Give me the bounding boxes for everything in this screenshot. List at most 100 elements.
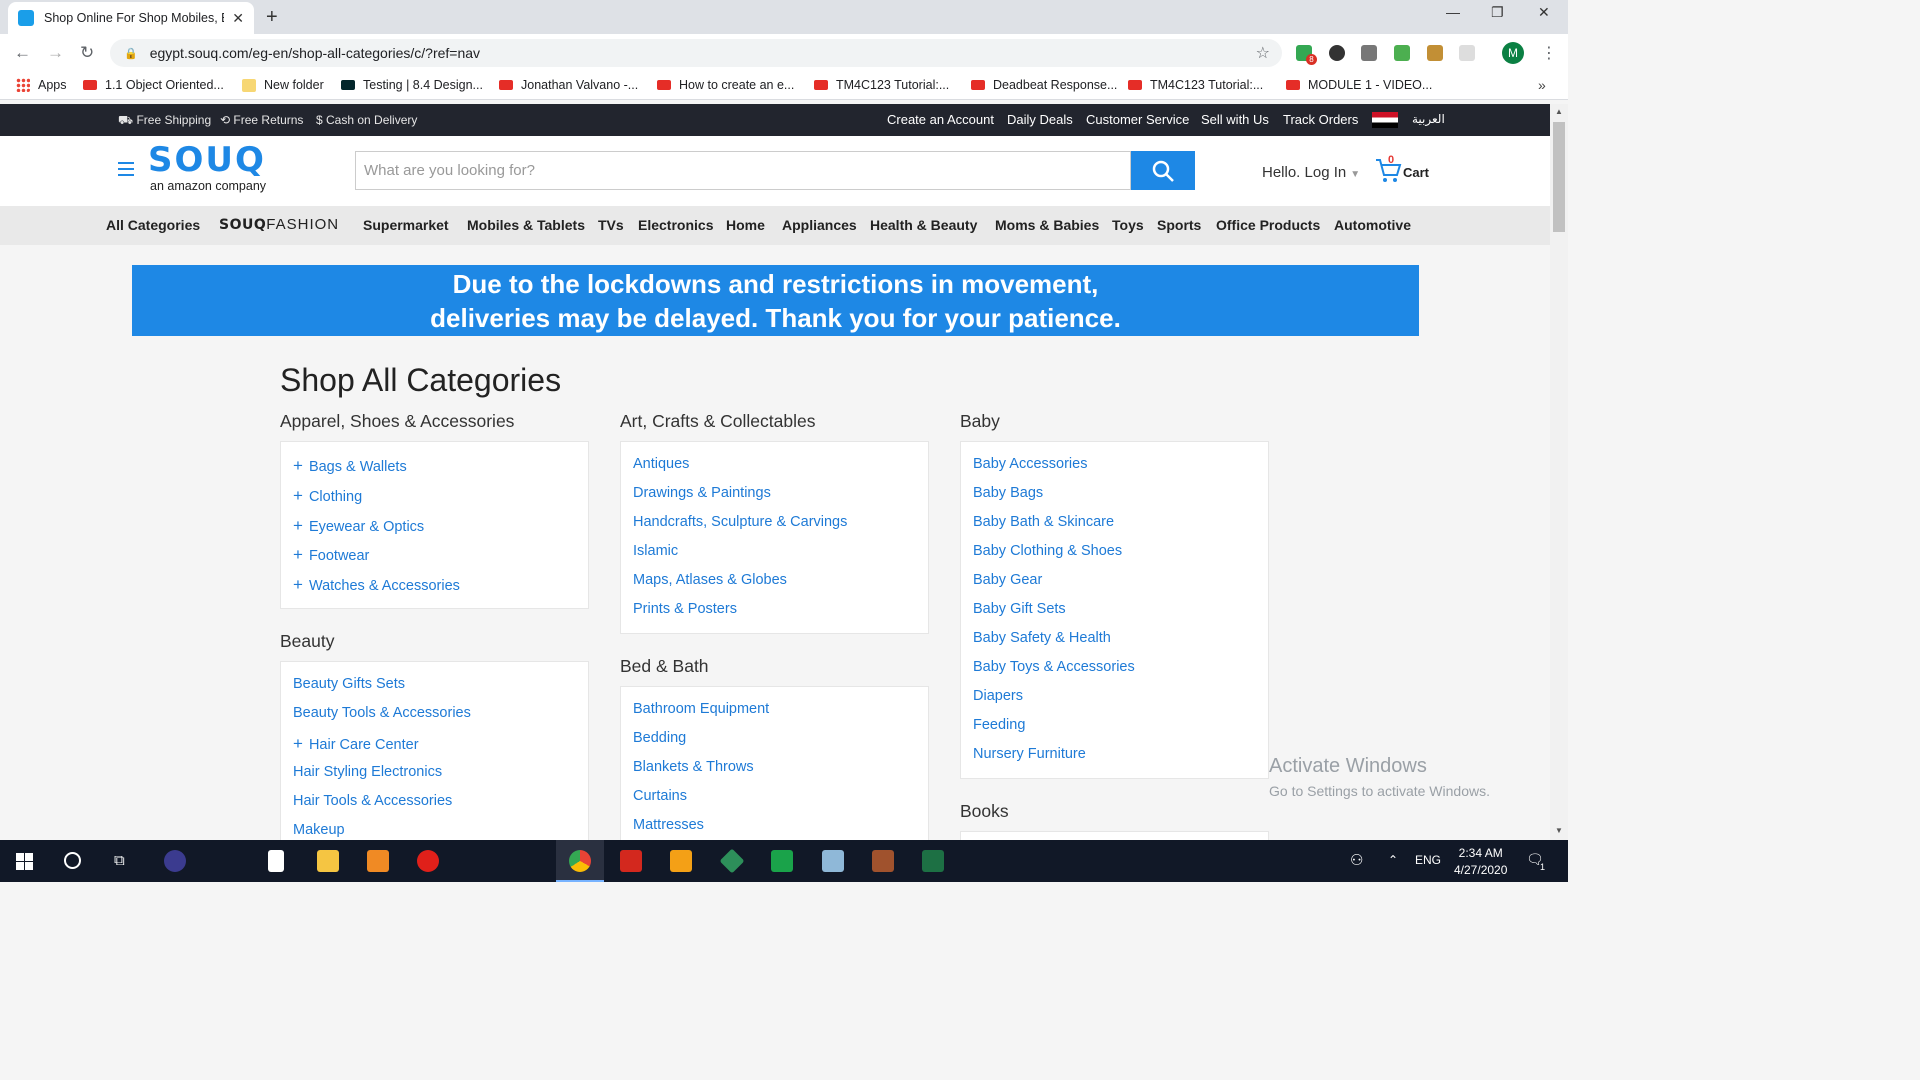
souq-logo[interactable]: SOUQ <box>148 140 266 180</box>
record-extension-icon[interactable] <box>1329 45 1345 61</box>
address-bar[interactable]: 🔒 egypt.souq.com/eg-en/shop-all-categori… <box>110 39 1282 67</box>
subcategory-link[interactable]: + Bags & Wallets <box>293 456 407 476</box>
browser-menu-icon[interactable]: ⋮ <box>1541 43 1557 63</box>
bookmark-item[interactable]: 1.1 Object Oriented... <box>83 78 224 92</box>
subcategory-link[interactable]: Hair Styling Electronics <box>293 764 442 780</box>
subcategory-link[interactable]: Baby Safety & Health <box>973 630 1111 646</box>
file-explorer-icon[interactable] <box>317 850 339 872</box>
nav-sports[interactable]: Sports <box>1157 217 1201 233</box>
subcategory-link[interactable]: Baby Gear <box>973 572 1042 588</box>
eclipse-icon[interactable] <box>164 850 186 872</box>
subcategory-link[interactable]: Antiques <box>633 456 689 472</box>
nav-souq-fashion[interactable]: SOUQFASHION <box>219 216 339 233</box>
subcategory-link[interactable]: Baby Bath & Skincare <box>973 514 1114 530</box>
subcategory-link[interactable]: Prints & Posters <box>633 601 737 617</box>
subcategory-link[interactable]: Handcrafts, Sculpture & Carvings <box>633 514 847 530</box>
close-tab-icon[interactable]: ✕ <box>232 10 244 27</box>
reload-icon[interactable]: ↻ <box>80 43 94 63</box>
scroll-up-icon[interactable]: ▲ <box>1555 107 1563 116</box>
nav-tvs[interactable]: TVs <box>598 217 624 233</box>
bookmark-item[interactable]: MODULE 1 - VIDEO... <box>1286 78 1432 92</box>
nav-home[interactable]: Home <box>726 217 765 233</box>
bookmark-item[interactable]: Deadbeat Response... <box>971 78 1117 92</box>
scroll-down-icon[interactable]: ▼ <box>1555 826 1563 835</box>
subcategory-link[interactable]: Feeding <box>973 717 1025 733</box>
search-circle-icon[interactable] <box>64 852 81 869</box>
pen-extension-icon[interactable] <box>1361 45 1377 61</box>
git-icon[interactable] <box>719 848 745 874</box>
subcategory-link[interactable]: + Clothing <box>293 486 362 506</box>
subcategory-link[interactable]: + Hair Care Center <box>293 734 419 754</box>
subcategory-link[interactable]: Blankets & Throws <box>633 759 754 775</box>
subcategory-link[interactable]: Baby Accessories <box>973 456 1087 472</box>
task-view-icon[interactable]: ⧉ <box>114 852 125 869</box>
subcategory-link[interactable]: Baby Bags <box>973 485 1043 501</box>
bookmark-star-icon[interactable]: ☆ <box>1256 43 1270 63</box>
file-icon[interactable] <box>268 850 284 872</box>
bookmark-item[interactable]: TM4C123 Tutorial:... <box>1128 78 1263 92</box>
daily-deals-link[interactable]: Daily Deals <box>1007 112 1073 127</box>
bookmark-item[interactable]: How to create an e... <box>657 78 794 92</box>
input-language[interactable]: ENG <box>1415 853 1441 867</box>
subcategory-link[interactable]: Drawings & Paintings <box>633 485 771 501</box>
nav-health-beauty[interactable]: Health & Beauty <box>870 217 977 233</box>
egypt-flag-icon[interactable] <box>1372 112 1398 128</box>
page-scrollbar[interactable]: ▲ ▼ <box>1550 104 1568 840</box>
subcategory-link[interactable]: Curtains <box>633 788 687 804</box>
browser-tab[interactable]: Shop Online For Shop Mobiles, E ✕ <box>8 2 254 34</box>
subcategory-link[interactable]: Beauty Gifts Sets <box>293 676 405 692</box>
puzzle-extension-icon[interactable] <box>1427 45 1443 61</box>
nav-automotive[interactable]: Automotive <box>1334 217 1411 233</box>
subcategory-link[interactable]: Nursery Furniture <box>973 746 1086 762</box>
opera-icon[interactable] <box>417 850 439 872</box>
system-clock[interactable]: 2:34 AM 4/27/2020 <box>1454 845 1507 879</box>
minimize-icon[interactable]: — <box>1446 4 1460 20</box>
subcategory-link[interactable]: Beauty Tools & Accessories <box>293 705 471 721</box>
subcategory-link[interactable]: Bathroom Equipment <box>633 701 769 717</box>
customer-service-link[interactable]: Customer Service <box>1086 112 1189 127</box>
bookmark-item[interactable]: New folder <box>242 78 324 92</box>
nav-appliances[interactable]: Appliances <box>782 217 857 233</box>
more-bookmarks-icon[interactable]: » <box>1538 77 1546 93</box>
clip-extension-icon[interactable] <box>1394 45 1410 61</box>
subcategory-link[interactable]: Islamic <box>633 543 678 559</box>
subcategory-link[interactable]: Baby Toys & Accessories <box>973 659 1135 675</box>
cart-button[interactable]: 0 Cart <box>1374 154 1429 189</box>
bookmark-item[interactable]: Testing | 8.4 Design... <box>341 78 483 92</box>
forward-icon[interactable]: → <box>47 43 64 63</box>
subcategory-link[interactable]: + Eyewear & Optics <box>293 516 424 536</box>
subcategory-link[interactable]: Bedding <box>633 730 686 746</box>
windows-start-icon[interactable] <box>16 853 33 870</box>
hamburger-menu-icon[interactable] <box>118 162 134 176</box>
close-window-icon[interactable]: ✕ <box>1538 4 1550 21</box>
winrar-icon[interactable] <box>872 850 894 872</box>
nav-moms-babies[interactable]: Moms & Babies <box>995 217 1099 233</box>
subcategory-link[interactable]: + Footwear <box>293 545 369 565</box>
back-icon[interactable]: ← <box>14 43 31 63</box>
nav-office-products[interactable]: Office Products <box>1216 217 1320 233</box>
subcategory-link[interactable]: Baby Clothing & Shoes <box>973 543 1122 559</box>
nav-electronics[interactable]: Electronics <box>638 217 713 233</box>
scrollbar-thumb[interactable] <box>1553 122 1565 232</box>
subcategory-link[interactable]: Mattresses <box>633 817 704 833</box>
notepad-icon[interactable] <box>822 850 844 872</box>
nav-toys[interactable]: Toys <box>1112 217 1144 233</box>
subcategory-link[interactable]: Diapers <box>973 688 1023 704</box>
profile-avatar[interactable]: M <box>1502 42 1524 64</box>
restore-icon[interactable]: ❐ <box>1491 4 1504 21</box>
language-switch[interactable]: العربية <box>1412 112 1445 126</box>
bookmark-item[interactable]: Jonathan Valvano -... <box>499 78 638 92</box>
nav-all-categories[interactable]: All Categories <box>106 217 200 233</box>
subcategory-link[interactable]: + Watches & Accessories <box>293 575 460 595</box>
bookmark-item[interactable]: TM4C123 Tutorial:... <box>814 78 949 92</box>
sell-with-us-link[interactable]: Sell with Us <box>1201 112 1269 127</box>
nav-supermarket[interactable]: Supermarket <box>363 217 449 233</box>
create-account-link[interactable]: Create an Account <box>887 112 994 127</box>
acrobat-icon[interactable] <box>620 850 642 872</box>
nav-mobiles-tablets[interactable]: Mobiles & Tablets <box>467 217 585 233</box>
matlab-icon[interactable] <box>670 850 692 872</box>
doc-extension-icon[interactable] <box>1459 45 1475 61</box>
login-dropdown[interactable]: Hello. Log In ▼ <box>1262 164 1360 181</box>
track-orders-link[interactable]: Track Orders <box>1283 112 1358 127</box>
search-button[interactable] <box>1131 151 1195 190</box>
